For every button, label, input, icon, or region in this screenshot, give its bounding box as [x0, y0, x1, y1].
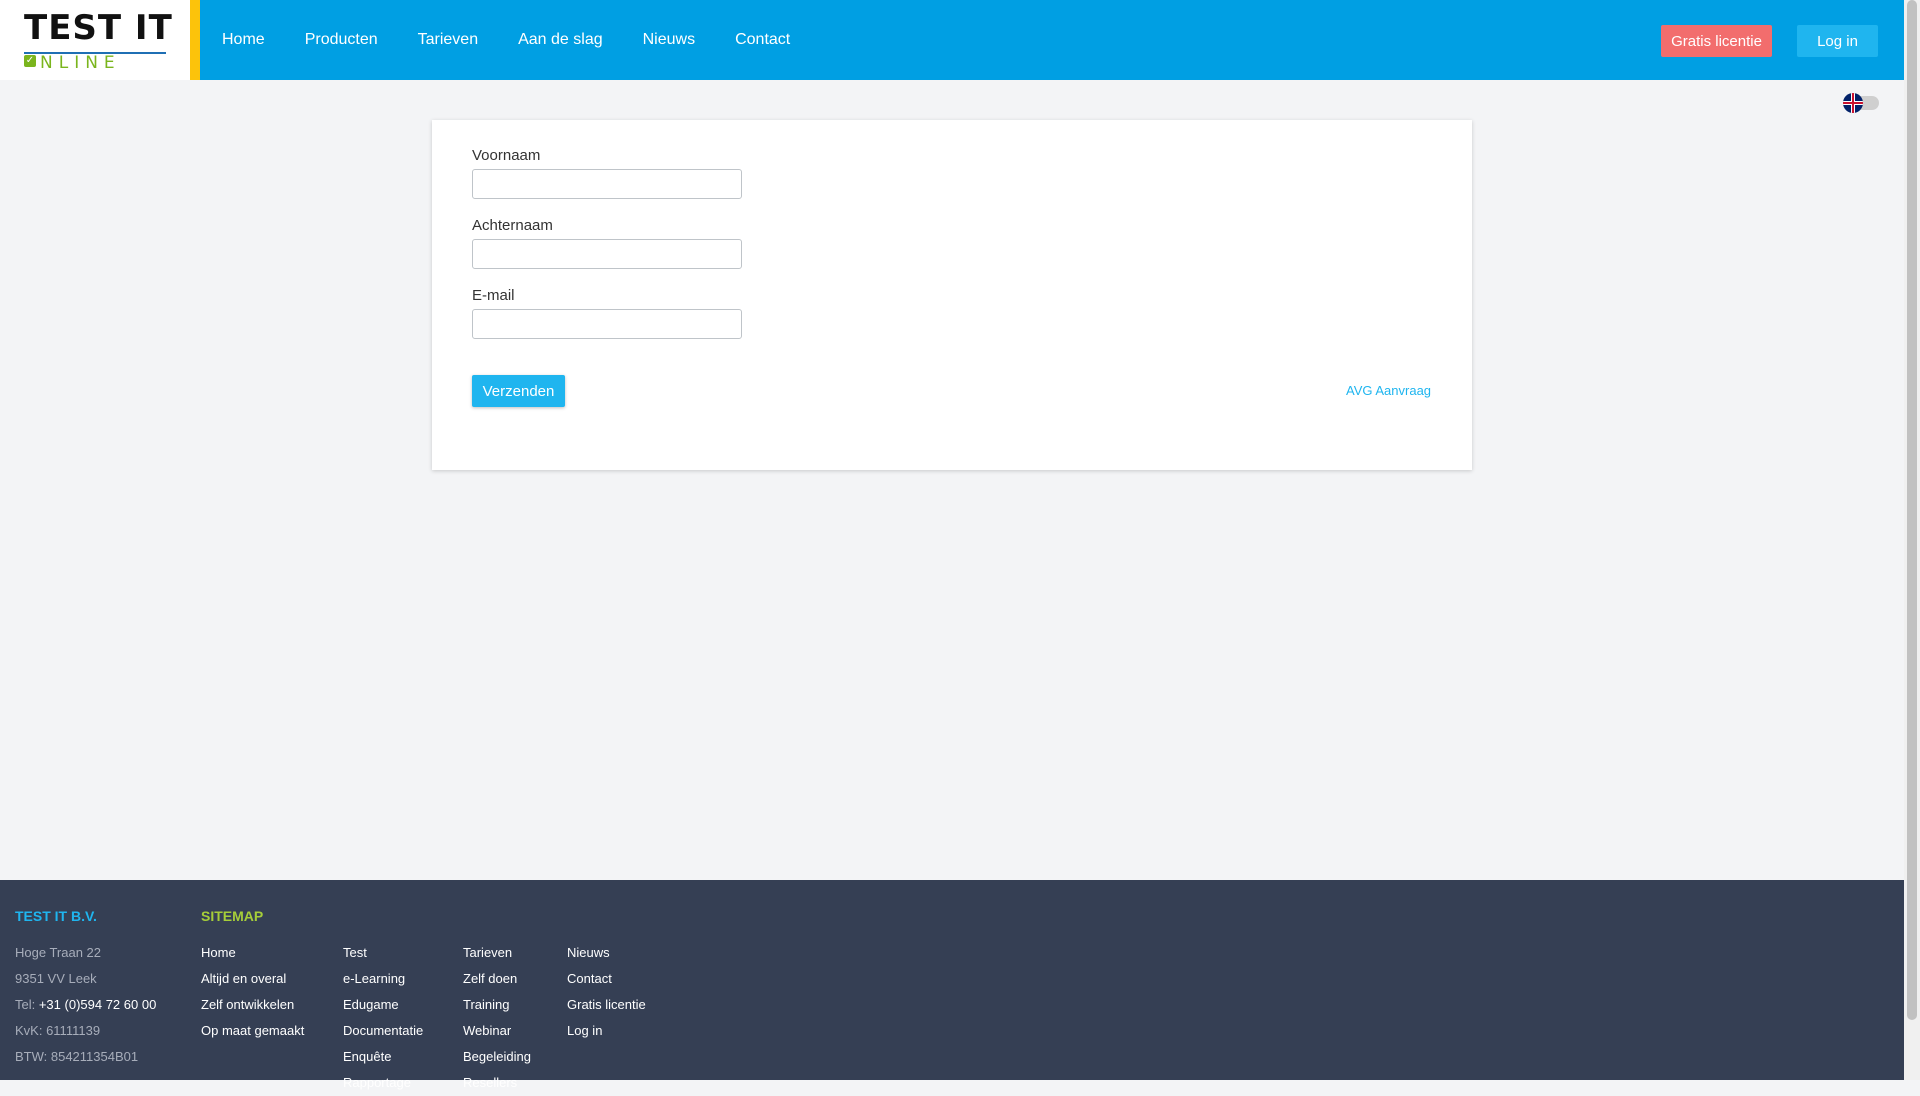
footer-link[interactable]: Nieuws	[567, 940, 646, 966]
avg-request-form: Voornaam Achternaam E-mail Verzenden AVG…	[432, 120, 1472, 470]
footer-address-line: 9351 VV Leek	[15, 971, 97, 986]
footer-link[interactable]: Zelf doen	[463, 966, 531, 992]
footer-link[interactable]: Test	[343, 940, 423, 966]
footer-link[interactable]: e-Learning	[343, 966, 423, 992]
footer-link[interactable]: Rapportage	[343, 1070, 423, 1096]
check-icon: ✓	[24, 55, 36, 67]
nav-tarieven[interactable]: Tarieven	[418, 31, 478, 49]
gratis-licentie-button[interactable]: Gratis licentie	[1661, 25, 1772, 57]
footer-link[interactable]: Enquête	[343, 1044, 423, 1070]
footer-phone: Tel: +31 (0)594 72 60 00	[15, 997, 157, 1012]
site-footer: TEST IT B.V. Hoge Traan 22 9351 VV Leek …	[0, 880, 1904, 1090]
nav-home[interactable]: Home	[222, 31, 265, 49]
footer-link[interactable]: Gratis licentie	[567, 992, 646, 1018]
footer-address-line: Hoge Traan 22	[15, 945, 102, 960]
footer-link[interactable]: Log in	[567, 1018, 646, 1044]
footer-company-info: Hoge Traan 22 9351 VV Leek Tel: +31 (0)5…	[15, 940, 156, 1070]
footer-company-title: TEST IT B.V.	[15, 908, 97, 924]
footer-link[interactable]: Zelf ontwikkelen	[201, 992, 304, 1018]
main-nav: Home Producten Tarieven Aan de slag Nieu…	[222, 0, 830, 80]
footer-kvk: KvK: 61111139	[15, 1023, 101, 1038]
email-label: E-mail	[472, 287, 515, 304]
footer-link[interactable]: Edugame	[343, 992, 423, 1018]
footer-link[interactable]: Home	[201, 940, 304, 966]
footer-sitemap-col-2: Test e-Learning Edugame Documentatie Enq…	[343, 940, 423, 1096]
achternaam-label: Achternaam	[472, 217, 553, 234]
voornaam-label: Voornaam	[472, 147, 541, 164]
logo[interactable]: TEST IT ✓ NLINE	[0, 0, 190, 80]
nav-aan-de-slag[interactable]: Aan de slag	[518, 31, 603, 49]
scrollbar-thumb[interactable]	[1907, 0, 1917, 1020]
footer-sitemap-col-4: Nieuws Contact Gratis licentie Log in	[567, 940, 646, 1044]
verzenden-button[interactable]: Verzenden	[472, 375, 565, 407]
footer-link[interactable]: Webinar	[463, 1018, 531, 1044]
footer-phone-link[interactable]: +31 (0)594 72 60 00	[39, 997, 156, 1012]
footer-sitemap-title: SITEMAP	[201, 908, 264, 924]
footer-link[interactable]: Op maat gemaakt	[201, 1018, 304, 1044]
logo-text-top: TEST IT	[24, 8, 173, 48]
avg-aanvraag-link[interactable]: AVG Aanvraag	[1346, 383, 1431, 398]
email-input[interactable]	[472, 309, 742, 339]
nav-contact[interactable]: Contact	[735, 31, 790, 49]
footer-link[interactable]: Contact	[567, 966, 646, 992]
footer-sitemap-col-3: Tarieven Zelf doen Training Webinar Bege…	[463, 940, 531, 1096]
uk-flag-icon[interactable]	[1843, 93, 1863, 113]
footer-link[interactable]: Documentatie	[343, 1018, 423, 1044]
logo-text-bottom: NLINE	[40, 53, 121, 73]
achternaam-input[interactable]	[472, 239, 742, 269]
footer-link[interactable]: Tarieven	[463, 940, 531, 966]
footer-sitemap-col-1: Home Altijd en overal Zelf ontwikkelen O…	[201, 940, 304, 1044]
page-scrollbar[interactable]	[1904, 0, 1920, 1080]
nav-producten[interactable]: Producten	[305, 31, 378, 49]
login-button[interactable]: Log in	[1797, 25, 1878, 57]
site-header: TEST IT ✓ NLINE Home Producten Tarieven …	[0, 0, 1904, 80]
voornaam-input[interactable]	[472, 169, 742, 199]
footer-btw: BTW: 854211354B01	[15, 1049, 139, 1064]
footer-link[interactable]: Training	[463, 992, 531, 1018]
footer-link[interactable]: Altijd en overal	[201, 966, 304, 992]
nav-nieuws[interactable]: Nieuws	[643, 31, 695, 49]
logo-accent-stripe	[190, 0, 200, 80]
footer-link[interactable]: Begeleiding	[463, 1044, 531, 1070]
footer-link[interactable]: Resellers	[463, 1070, 531, 1096]
